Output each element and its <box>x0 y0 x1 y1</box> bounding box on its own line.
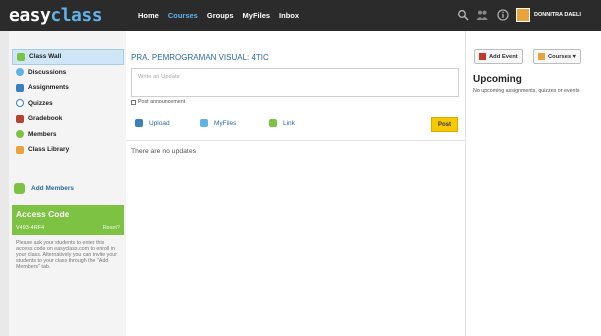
add-members-icon <box>14 183 25 194</box>
access-code-value: V493-4RF4 <box>16 225 45 231</box>
calendar-icon <box>479 53 486 60</box>
link-icon <box>269 119 277 127</box>
sidebar-item-discussions[interactable]: Discussions <box>12 65 124 81</box>
post-announcement-checkbox[interactable]: Post announcement <box>131 99 185 105</box>
sidebar-item-gradebook[interactable]: Gradebook <box>12 111 124 127</box>
add-event-button[interactable]: Add Event <box>474 49 523 64</box>
empty-updates-text: There are no updates <box>131 148 196 155</box>
link-button[interactable]: Link <box>269 119 295 127</box>
courses-dropdown[interactable]: Courses ▾ <box>533 49 581 64</box>
nav-inbox[interactable]: Inbox <box>279 11 299 20</box>
folder-icon <box>200 119 208 127</box>
user-name[interactable]: DONNITRA DAELI <box>534 12 581 18</box>
update-input[interactable]: Write an Update <box>131 68 459 97</box>
sidebar-item-class-library[interactable]: Class Library <box>12 142 124 158</box>
nav-myfiles[interactable]: MyFiles <box>243 11 271 20</box>
post-button[interactable]: Post <box>431 117 458 132</box>
quizzes-icon <box>16 99 24 108</box>
access-code-box: Access Code V493-4RF4 Reset? <box>12 205 124 235</box>
myfiles-button[interactable]: MyFiles <box>200 119 236 127</box>
access-code-title: Access Code <box>16 209 70 219</box>
sidebar-item-class-wall[interactable]: Class Wall <box>12 49 124 65</box>
help-icon[interactable] <box>497 9 509 21</box>
nav-groups[interactable]: Groups <box>207 11 234 20</box>
reset-code-link[interactable]: Reset? <box>103 225 120 231</box>
sidebar-item-members[interactable]: Members <box>12 127 124 143</box>
sidebar-menu: Class Wall Discussions Assignments Quizz… <box>12 49 124 158</box>
class-title[interactable]: PRA. PEMROGRAMAN VISUAL: 4TIC <box>131 53 269 62</box>
upload-button[interactable]: Upload <box>135 119 170 127</box>
discussions-icon <box>16 68 24 77</box>
search-icon[interactable] <box>457 9 469 21</box>
wall-icon <box>17 52 25 61</box>
divider <box>126 140 465 141</box>
sidebar-item-assignments[interactable]: Assignments <box>12 80 124 96</box>
easyclass-logo[interactable]: easyclass <box>9 5 103 26</box>
nav-courses[interactable]: Courses <box>168 11 198 20</box>
avatar[interactable] <box>516 8 530 22</box>
nav-home[interactable]: Home <box>138 11 159 20</box>
sidebar-item-quizzes[interactable]: Quizzes <box>12 96 124 112</box>
members-icon <box>16 130 24 139</box>
people-icon[interactable] <box>476 9 488 21</box>
assignments-icon <box>16 83 24 92</box>
add-members-link[interactable]: Add Members <box>14 183 74 194</box>
library-icon <box>16 145 24 154</box>
upload-icon <box>135 119 143 127</box>
upcoming-title: Upcoming <box>473 74 522 85</box>
access-code-note: Please ask your students to enter this a… <box>16 240 117 271</box>
main-nav: Home Courses Groups MyFiles Inbox <box>138 11 299 20</box>
courses-icon <box>538 53 545 60</box>
gradebook-icon <box>16 114 24 123</box>
upcoming-text: No upcoming assignments, quizzes or even… <box>473 88 580 94</box>
checkbox-icon[interactable] <box>131 99 136 105</box>
